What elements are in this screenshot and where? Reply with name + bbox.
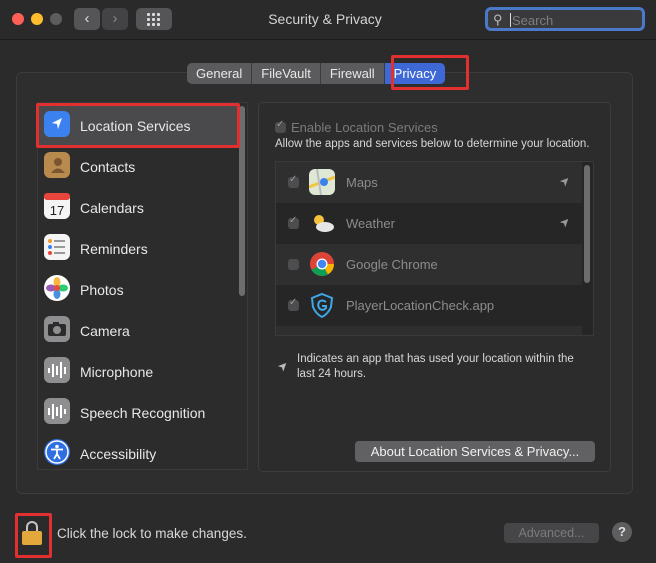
location-arrow-icon	[44, 111, 70, 137]
minimize-window-button[interactable]	[31, 13, 43, 25]
app-list-scrollbar[interactable]	[584, 165, 590, 283]
contacts-book-icon	[44, 152, 70, 178]
back-button[interactable]: ‹	[74, 8, 100, 30]
privacy-sidebar[interactable]: Location Services Contacts 17 Calendars …	[37, 102, 248, 470]
tab-general[interactable]: General	[187, 63, 251, 84]
waveform-icon	[44, 398, 70, 424]
list-item[interactable]: Weather ➤	[276, 203, 582, 244]
app-name: Weather	[346, 216, 395, 231]
weather-icon	[309, 210, 335, 236]
tab-firewall[interactable]: Firewall	[319, 63, 384, 84]
sidebar-item-reminders[interactable]: Reminders	[38, 228, 237, 269]
app-name: Google Chrome	[346, 257, 438, 272]
camera-icon	[44, 316, 70, 342]
list-item[interactable]: Maps ➤	[276, 162, 582, 203]
sidebar-item-label: Contacts	[80, 159, 136, 175]
chrome-icon	[309, 251, 335, 277]
sidebar-item-camera[interactable]: Camera	[38, 310, 237, 351]
tab-privacy[interactable]: Privacy	[383, 63, 446, 84]
app-checkbox[interactable]	[288, 297, 299, 311]
forward-button[interactable]: ›	[102, 8, 128, 30]
close-window-button[interactable]	[12, 13, 24, 25]
calendar-icon: 17	[44, 193, 70, 219]
sidebar-item-label: Speech Recognition	[80, 405, 206, 421]
photos-flower-icon	[44, 275, 70, 301]
about-location-privacy-button[interactable]: About Location Services & Privacy...	[355, 441, 595, 462]
app-checkbox[interactable]	[288, 174, 299, 188]
zoom-window-button[interactable]	[50, 13, 62, 25]
lock-instruction: Click the lock to make changes.	[57, 526, 247, 541]
app-list: Maps ➤ Weather ➤ Google Chrome PlayerLoc…	[275, 161, 594, 336]
maps-icon	[308, 168, 336, 196]
sidebar-item-label: Location Services	[80, 118, 191, 134]
search-icon: ⚲	[493, 12, 503, 27]
app-checkbox[interactable]	[288, 259, 299, 270]
tab-bar: General FileVault Firewall Privacy	[187, 63, 446, 84]
window-title: Security & Privacy	[268, 11, 382, 27]
sidebar-item-microphone[interactable]: Microphone	[38, 351, 237, 392]
recent-use-note: Indicates an app that has used your loca…	[297, 353, 574, 380]
chevron-left-icon: ‹	[84, 10, 90, 27]
sidebar-item-label: Photos	[80, 282, 124, 298]
sidebar-scrollbar[interactable]	[239, 106, 245, 296]
show-all-button[interactable]	[136, 8, 172, 30]
reminders-list-icon	[44, 234, 70, 260]
shield-g-icon	[309, 292, 335, 319]
app-name: PlayerLocationCheck.app	[346, 298, 495, 313]
app-checkbox[interactable]	[288, 215, 299, 229]
enable-location-label: Enable Location Services	[291, 120, 438, 135]
search-input[interactable]: ⚲ Search	[485, 7, 645, 31]
list-item[interactable]	[276, 326, 582, 335]
sidebar-item-label: Calendars	[80, 200, 144, 216]
enable-location-checkbox[interactable]: Enable Location Services	[275, 119, 438, 135]
sidebar-item-accessibility[interactable]: Accessibility	[38, 433, 237, 469]
sidebar-item-label: Reminders	[80, 241, 148, 257]
sidebar-item-contacts[interactable]: Contacts	[38, 146, 237, 187]
location-arrow-icon: ➤	[556, 172, 574, 190]
help-button[interactable]: ?	[612, 522, 632, 542]
allow-description: Allow the apps and services below to det…	[275, 138, 590, 150]
svg-text:17: 17	[50, 203, 64, 218]
sidebar-item-label: Accessibility	[80, 446, 157, 462]
sidebar-item-label: Camera	[80, 323, 130, 339]
advanced-button[interactable]: Advanced...	[504, 523, 599, 543]
sidebar-item-location-services[interactable]: Location Services	[38, 105, 237, 146]
chevron-right-icon: ›	[112, 10, 118, 27]
search-placeholder: Search	[512, 13, 554, 28]
list-item[interactable]: Google Chrome	[276, 244, 582, 285]
sidebar-item-calendars[interactable]: 17 Calendars	[38, 187, 237, 228]
lock-button[interactable]	[22, 521, 44, 545]
title-bar: ‹ › Security & Privacy ⚲ Search	[0, 0, 656, 40]
list-item[interactable]: PlayerLocationCheck.app	[276, 285, 582, 326]
waveform-icon	[44, 357, 70, 383]
location-arrow-icon: ➤	[556, 213, 574, 231]
app-name: Maps	[346, 175, 378, 190]
text-caret	[510, 13, 511, 27]
checkbox-icon	[275, 119, 286, 133]
sidebar-item-photos[interactable]: Photos	[38, 269, 237, 310]
sidebar-item-label: Microphone	[80, 364, 154, 380]
accessibility-icon	[44, 439, 70, 465]
sidebar-item-speech-recognition[interactable]: Speech Recognition	[38, 392, 237, 433]
tab-filevault[interactable]: FileVault	[251, 63, 320, 84]
